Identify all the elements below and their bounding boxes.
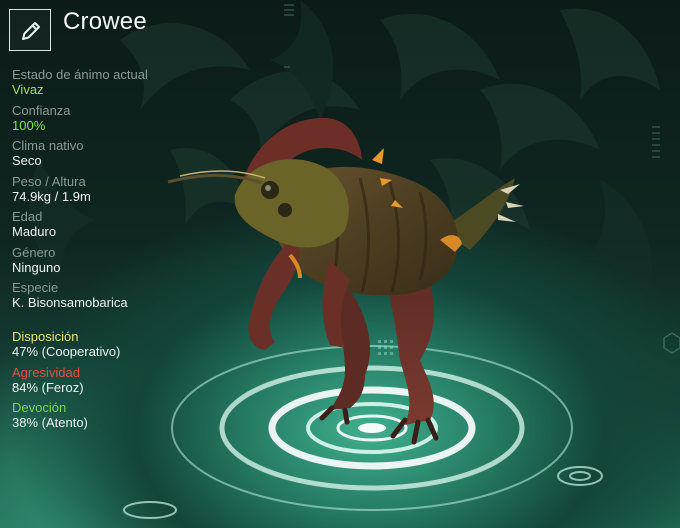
stat-aggression: Agresividad 84% (Feroz) xyxy=(12,365,232,401)
stat-value: K. Bisonsamobarica xyxy=(12,295,128,310)
stat-label: Agresividad xyxy=(12,364,80,380)
stat-label: Disposición xyxy=(12,329,79,344)
creature-stats: Estado de ánimo actual Vivaz Confianza 1… xyxy=(12,67,232,316)
stat-disposition: Disposición 47% (Cooperativo) xyxy=(12,329,232,365)
stat-label: Género xyxy=(12,244,56,260)
stat-value: Ninguno xyxy=(12,259,61,275)
stat-value: 84% (Feroz) xyxy=(12,379,84,395)
stat-value: Vivaz xyxy=(12,82,44,97)
scene: Crowee Estado de ánimo actual Vivaz Conf… xyxy=(0,0,680,528)
stat-label: Especie xyxy=(12,280,59,295)
creature-name: Crowee xyxy=(63,8,147,35)
stat-value: Seco xyxy=(12,153,42,168)
pencil-icon xyxy=(22,22,40,40)
stat-species: Especie K. Bisonsamobarica xyxy=(12,280,232,316)
stat-value: 47% (Cooperativo) xyxy=(12,344,121,359)
stat-mood: Estado de ánimo actual Vivaz xyxy=(12,67,232,103)
stat-value: Maduro xyxy=(12,224,57,239)
creature-behaviour: Disposición 47% (Cooperativo) Agresivida… xyxy=(12,329,232,436)
stat-climate: Clima nativo Seco xyxy=(12,138,232,174)
stat-label: Peso / Altura xyxy=(12,173,86,189)
stat-weight-height: Peso / Altura 74.9kg / 1.9m xyxy=(12,174,232,210)
stat-label: Edad xyxy=(12,209,43,224)
edit-name-button[interactable] xyxy=(9,9,51,51)
stat-label: Devoción xyxy=(12,400,67,415)
stat-value: 100% xyxy=(12,117,46,133)
stat-label: Estado de ánimo actual xyxy=(12,67,148,82)
stat-trust: Confianza 100% xyxy=(12,103,232,139)
stat-label: Confianza xyxy=(12,102,71,118)
stat-value: 38% (Atento) xyxy=(12,415,88,430)
stat-age: Edad Maduro xyxy=(12,209,232,245)
stat-gender: Género Ninguno xyxy=(12,245,232,281)
stat-devotion: Devoción 38% (Atento) xyxy=(12,400,232,436)
stat-label: Clima nativo xyxy=(12,138,84,153)
stat-value: 74.9kg / 1.9m xyxy=(12,188,91,204)
